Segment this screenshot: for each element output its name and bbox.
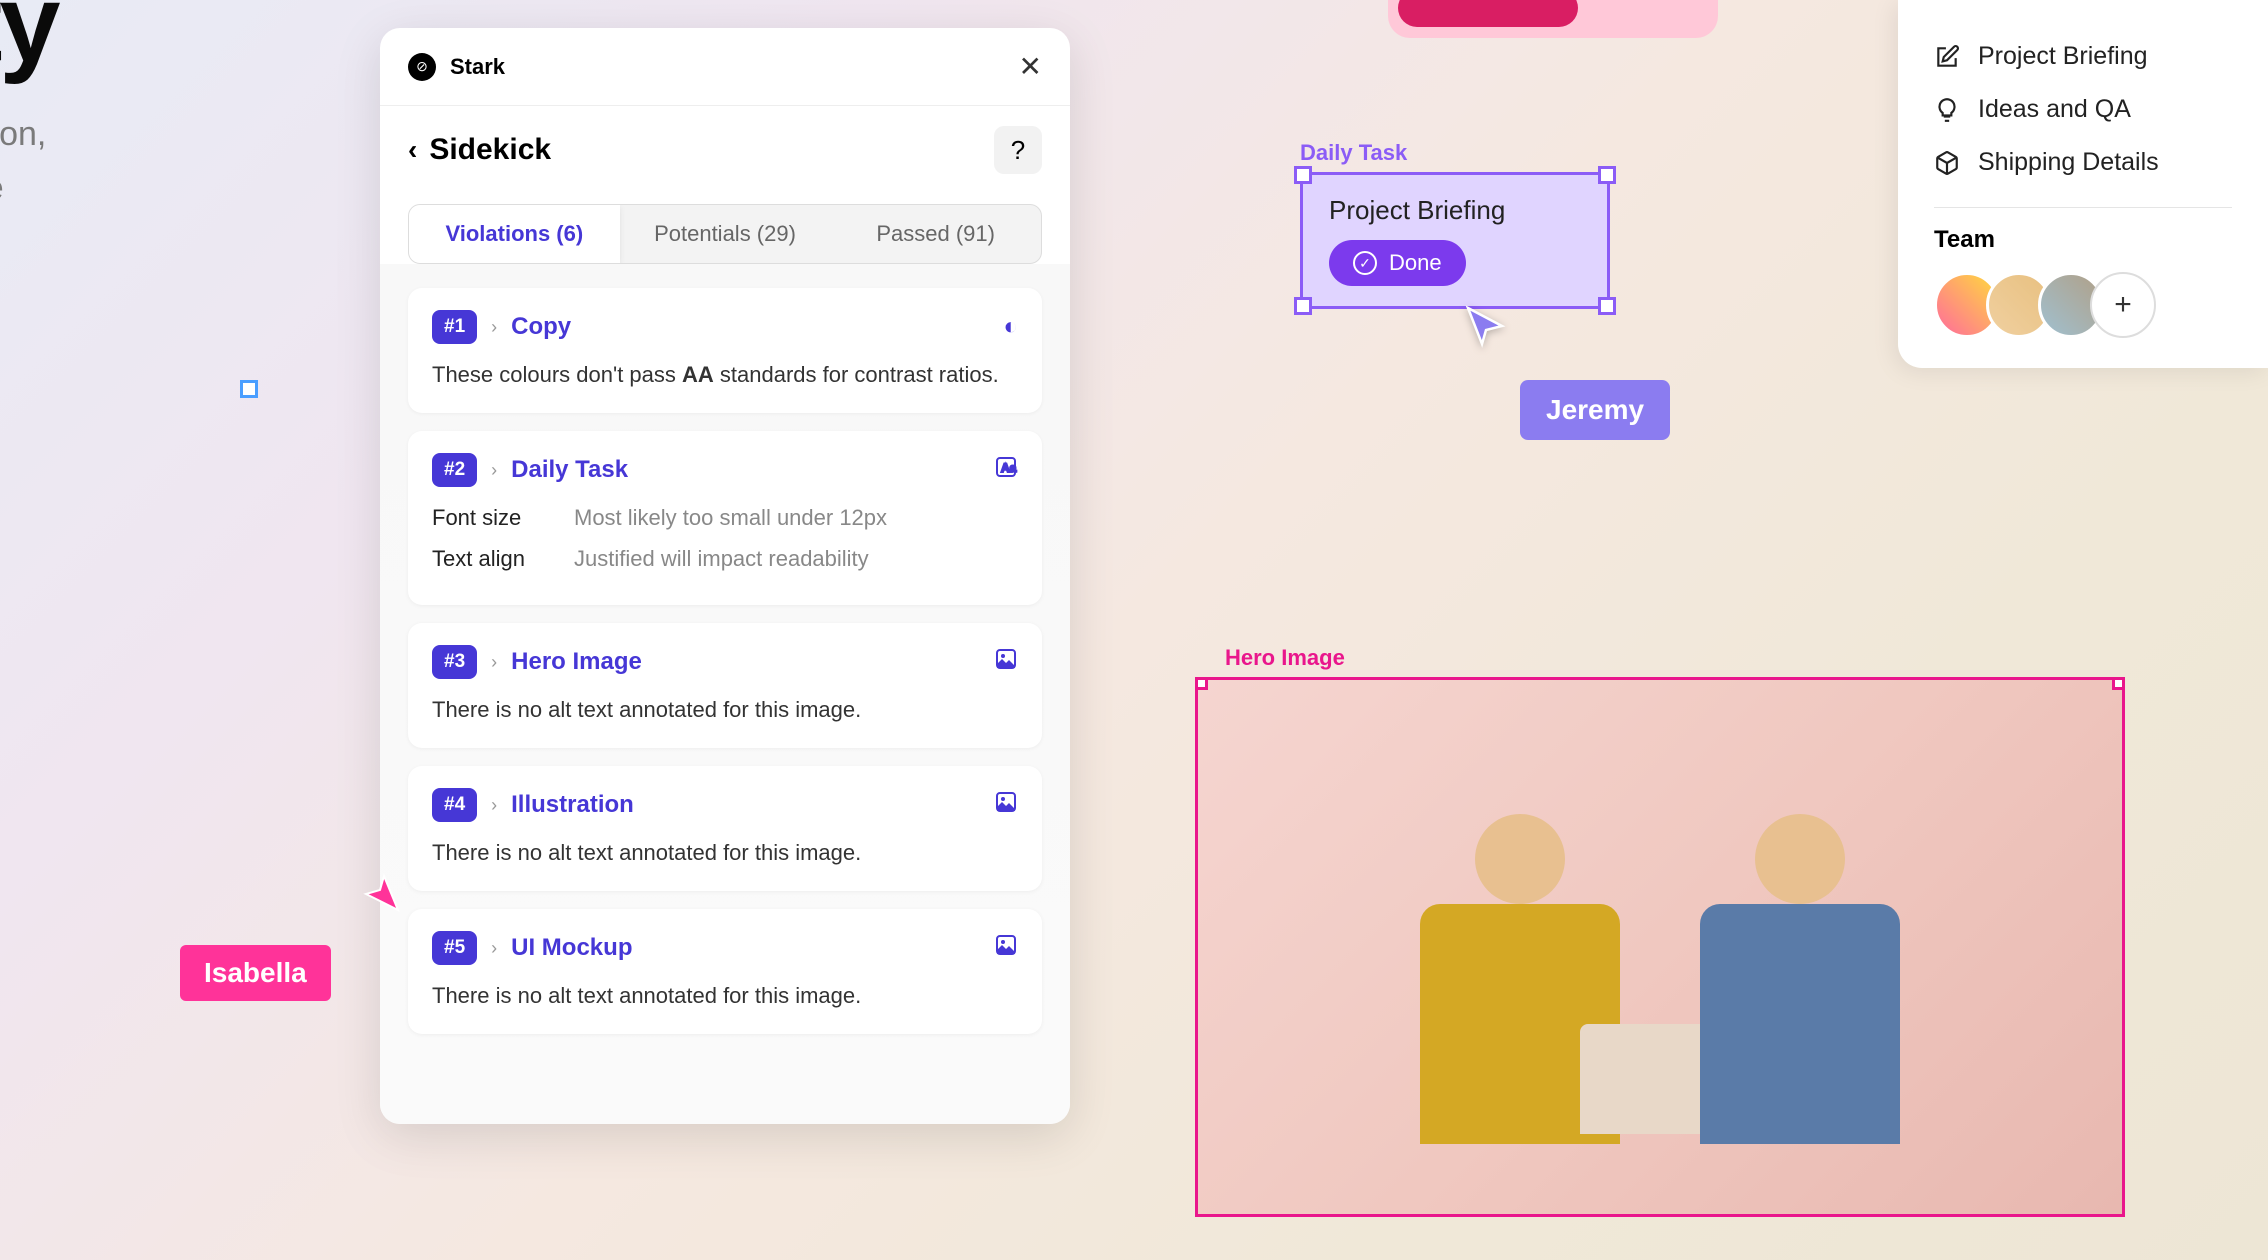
check-circle-icon: ✓ bbox=[1353, 251, 1377, 275]
tab-passed[interactable]: Passed (91) bbox=[830, 205, 1041, 263]
help-icon: ? bbox=[1011, 135, 1025, 166]
daily-task-card[interactable]: Project Briefing ✓ Done bbox=[1300, 172, 1610, 309]
hero-image[interactable] bbox=[1195, 677, 2125, 1217]
violation-title: Daily Task bbox=[511, 456, 628, 484]
selection-handle[interactable] bbox=[1598, 166, 1616, 184]
image-icon bbox=[994, 933, 1018, 964]
done-label: Done bbox=[1389, 250, 1442, 276]
add-member-button[interactable]: + bbox=[2090, 272, 2156, 338]
chevron-right-icon: › bbox=[491, 460, 497, 481]
svg-text:Aa: Aa bbox=[1001, 461, 1017, 475]
stark-logo-icon: ⊘ bbox=[408, 53, 436, 81]
back-chevron-icon[interactable]: ‹ bbox=[408, 134, 417, 166]
done-pill[interactable]: ✓ Done bbox=[1329, 240, 1466, 286]
daily-task-title: Project Briefing bbox=[1329, 195, 1581, 226]
violation-title: UI Mockup bbox=[511, 934, 632, 962]
edit-icon bbox=[1934, 44, 1960, 70]
violation-title: Copy bbox=[511, 313, 571, 341]
violation-card[interactable]: #1 › Copy ◐ These colours don't pass AA … bbox=[408, 288, 1042, 413]
violation-body: There is no alt text annotated for this … bbox=[432, 979, 1018, 1012]
stark-header: ⊘ Stark ✕ bbox=[380, 28, 1070, 106]
tab-potentials[interactable]: Potentials (29) bbox=[620, 205, 831, 263]
isabella-label: Isabella bbox=[180, 945, 331, 1001]
nav-row: ‹ Sidekick ? bbox=[380, 106, 1070, 194]
chevron-right-icon: › bbox=[491, 317, 497, 338]
tab-violations[interactable]: Violations (6) bbox=[409, 205, 620, 263]
stark-panel: ⊘ Stark ✕ ‹ Sidekick ? Violations (6) Po… bbox=[380, 28, 1070, 1124]
hero-image-selection: Hero Image bbox=[1195, 645, 2125, 1217]
pink-toggle-inner bbox=[1398, 0, 1578, 27]
violations-list: #1 › Copy ◐ These colours don't pass AA … bbox=[380, 264, 1070, 1124]
image-icon bbox=[994, 647, 1018, 678]
chevron-right-icon: › bbox=[491, 795, 497, 816]
tabs: Violations (6) Potentials (29) Passed (9… bbox=[408, 204, 1042, 264]
stark-title: Stark bbox=[450, 54, 505, 80]
help-button[interactable]: ? bbox=[994, 126, 1042, 174]
violation-body: Font size Most likely too small under 12… bbox=[432, 501, 1018, 575]
jeremy-cursor bbox=[1460, 300, 1510, 355]
isabella-cursor bbox=[358, 870, 404, 921]
violation-body: There is no alt text annotated for this … bbox=[432, 836, 1018, 869]
bulb-icon bbox=[1934, 97, 1960, 123]
person-illustration bbox=[1380, 814, 1660, 1214]
background-text-block: vity delegation, u'll have ork. bbox=[0, 0, 320, 270]
sidebar-item-shipping[interactable]: Shipping Details bbox=[1934, 136, 2232, 189]
sidebar-item-ideas-qa[interactable]: Ideas and QA bbox=[1934, 83, 2232, 136]
bg-heading: vity bbox=[0, 0, 320, 87]
sidebar-item-project-briefing[interactable]: Project Briefing bbox=[1934, 30, 2232, 83]
nav-title: Sidekick bbox=[429, 133, 551, 167]
violation-card[interactable]: #5 › UI Mockup There is no alt text anno… bbox=[408, 909, 1042, 1034]
image-icon bbox=[994, 790, 1018, 821]
violation-title: Hero Image bbox=[511, 648, 642, 676]
daily-task-selection: Daily Task Project Briefing ✓ Done bbox=[1300, 140, 1610, 309]
violation-card[interactable]: #4 › Illustration There is no alt text a… bbox=[408, 766, 1042, 891]
selection-handle[interactable] bbox=[1598, 297, 1616, 315]
selection-handle[interactable] bbox=[1294, 297, 1312, 315]
violation-badge: #5 bbox=[432, 931, 477, 965]
person-illustration bbox=[1660, 814, 1940, 1214]
violation-badge: #1 bbox=[432, 310, 477, 344]
violation-body: There is no alt text annotated for this … bbox=[432, 693, 1018, 726]
hero-image-content bbox=[1198, 680, 2122, 1214]
selection-label: Hero Image bbox=[1225, 645, 2125, 671]
box-icon bbox=[1934, 150, 1960, 176]
right-panel: Project Briefing Ideas and QA Shipping D… bbox=[1898, 0, 2268, 368]
violation-card[interactable]: #2 › Daily Task Aa Font size Most likely… bbox=[408, 431, 1042, 605]
pink-toggle-partial bbox=[1388, 0, 1718, 38]
close-button[interactable]: ✕ bbox=[1019, 50, 1042, 83]
team-avatars: + bbox=[1934, 272, 2232, 338]
selection-label: Daily Task bbox=[1300, 140, 1610, 166]
violation-badge: #3 bbox=[432, 645, 477, 679]
selection-handle[interactable] bbox=[1294, 166, 1312, 184]
selection-handle[interactable] bbox=[240, 380, 258, 398]
text-icon: Aa bbox=[994, 455, 1018, 486]
violation-body: These colours don't pass AA standards fo… bbox=[432, 358, 1018, 391]
jeremy-label: Jeremy bbox=[1520, 380, 1670, 440]
violation-badge: #4 bbox=[432, 788, 477, 822]
team-label: Team bbox=[1934, 226, 2232, 254]
contrast-icon: ◐ bbox=[1004, 313, 1019, 341]
chevron-right-icon: › bbox=[491, 938, 497, 959]
chevron-right-icon: › bbox=[491, 652, 497, 673]
violation-card[interactable]: #3 › Hero Image There is no alt text ann… bbox=[408, 623, 1042, 748]
violation-title: Illustration bbox=[511, 791, 634, 819]
violation-badge: #2 bbox=[432, 453, 477, 487]
divider bbox=[1934, 207, 2232, 208]
